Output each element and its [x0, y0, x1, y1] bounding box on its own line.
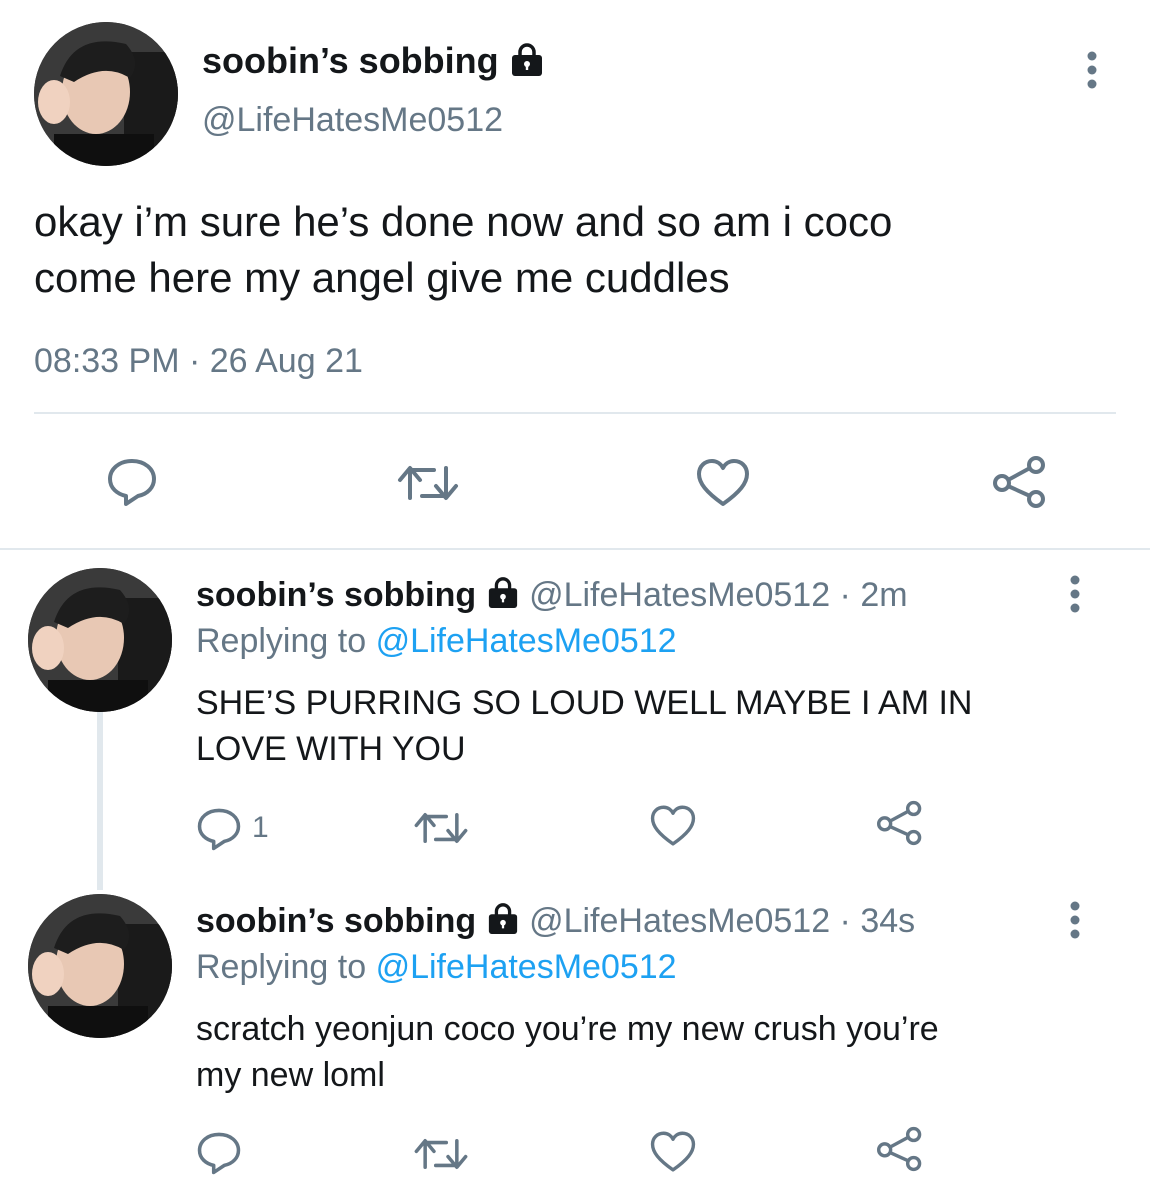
retweet-icon[interactable] — [412, 806, 470, 850]
tweet-timestamp[interactable]: 08:33 PM · 26 Aug 21 — [34, 340, 363, 382]
handle-and-time[interactable]: @LifeHatesMe0512 · 34s — [529, 902, 915, 940]
handle[interactable]: @LifeHatesMe0512 — [202, 100, 503, 140]
retweet-icon[interactable] — [412, 1132, 470, 1176]
display-name[interactable]: soobin’s sobbing — [196, 902, 476, 940]
retweet-icon[interactable] — [396, 458, 460, 508]
display-name[interactable]: soobin’s sobbing — [202, 40, 545, 85]
reply-icon[interactable] — [196, 806, 242, 852]
divider — [34, 412, 1116, 414]
reply-count: 1 — [252, 811, 269, 844]
tweet-text: scratch yeonjun coco you’re my new crush… — [196, 1010, 939, 1094]
reply-header: soobin’s sobbing @LifeHatesMe0512 · 34s — [196, 900, 915, 944]
replying-to: Replying to @LifeHatesMe0512 — [196, 948, 677, 986]
more-options-icon[interactable] — [1080, 50, 1104, 90]
tweet-text: SHE’S PURRING SO LOUD WELL MAYBE I AM IN… — [196, 684, 973, 768]
lock-icon — [486, 902, 520, 944]
like-icon[interactable] — [650, 1130, 696, 1174]
like-icon[interactable] — [650, 804, 696, 848]
replying-to: Replying to @LifeHatesMe0512 — [196, 622, 677, 660]
more-options-icon[interactable] — [1063, 900, 1087, 940]
more-options-icon[interactable] — [1063, 574, 1087, 614]
like-icon[interactable] — [696, 458, 750, 508]
share-icon[interactable] — [876, 1126, 924, 1172]
avatar[interactable] — [28, 894, 172, 1038]
tweet-text: okay i’m sure he’s done now and so am i … — [34, 198, 893, 301]
share-icon[interactable] — [992, 455, 1048, 509]
avatar[interactable] — [34, 22, 178, 166]
replying-to-link[interactable]: @LifeHatesMe0512 — [376, 948, 677, 986]
display-name[interactable]: soobin’s sobbing — [196, 576, 476, 614]
share-icon[interactable] — [876, 800, 924, 846]
replying-to-link[interactable]: @LifeHatesMe0512 — [376, 622, 677, 660]
divider — [0, 548, 1150, 550]
reply-icon[interactable] — [106, 456, 158, 508]
handle-and-time[interactable]: @LifeHatesMe0512 · 2m — [529, 576, 907, 614]
thread-line — [97, 708, 103, 890]
lock-icon — [509, 42, 545, 85]
reply-header: soobin’s sobbing @LifeHatesMe0512 · 2m — [196, 574, 908, 618]
avatar[interactable] — [28, 568, 172, 712]
lock-icon — [486, 576, 520, 618]
reply-icon[interactable] — [196, 1130, 242, 1176]
